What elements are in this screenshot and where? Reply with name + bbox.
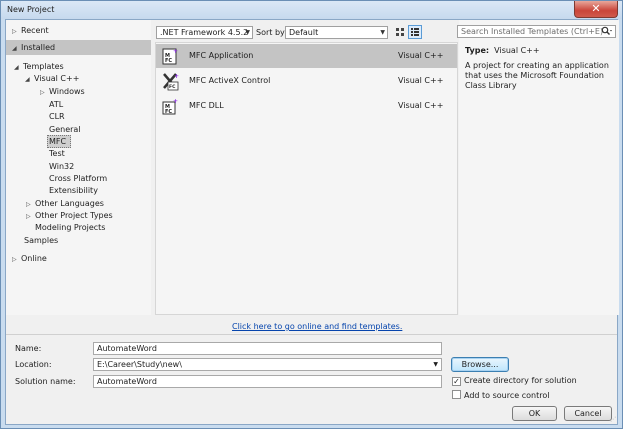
expand-arrow-icon[interactable]: ▷	[12, 25, 21, 38]
name-field[interactable]	[93, 342, 442, 355]
window-title: New Project	[7, 5, 55, 14]
online-templates-link[interactable]: Click here to go online and find templat…	[232, 322, 402, 331]
collapse-arrow-icon[interactable]: ◢	[14, 61, 23, 74]
tree-item-visual-cpp[interactable]: ◢ Visual C++	[25, 72, 79, 85]
location-field[interactable]: E:\Career\Study\new\ ▼	[93, 358, 442, 371]
ok-button[interactable]: OK	[512, 406, 557, 421]
mfc-activex-icon: FC +	[162, 72, 179, 91]
template-name: MFC DLL	[189, 101, 224, 110]
svg-text:+: +	[174, 73, 179, 80]
list-item-mfc-application[interactable]: M FC + MFC Application Visual C++	[156, 44, 457, 68]
template-list: M FC + MFC Application Visual C++ FC + M…	[155, 42, 458, 315]
svg-text:FC: FC	[165, 58, 172, 64]
template-language: Visual C++	[398, 51, 444, 60]
expand-arrow-icon[interactable]: ▷	[40, 86, 49, 99]
dialog-client: ▷ Recent ◢ Installed ◢ Templates ◢ Visual C+…	[5, 19, 619, 425]
grid-view-icon[interactable]	[394, 26, 407, 39]
template-tree: ▷ Recent ◢ Installed ◢ Templates ◢ Visual C+…	[6, 20, 151, 315]
tree-item-recent[interactable]: ▷ Recent	[12, 24, 49, 37]
svg-text:+: +	[173, 48, 178, 55]
chevron-down-icon[interactable]: ▼	[433, 359, 438, 370]
list-item-mfc-dll[interactable]: M FC + MFC DLL Visual C++	[156, 94, 457, 118]
create-directory-checkbox[interactable]: ✓ Create directory for solution	[452, 376, 577, 386]
search-input[interactable]: Search Installed Templates (Ctrl+E)	[457, 25, 616, 38]
solution-name-label: Solution name:	[15, 377, 76, 386]
list-item-mfc-activex[interactable]: FC + MFC ActiveX Control Visual C++	[156, 69, 457, 93]
tree-item-test[interactable]: Test	[49, 147, 65, 160]
svg-text:+: +	[173, 98, 178, 105]
tree-item-modeling-projects[interactable]: Modeling Projects	[35, 221, 105, 234]
tree-item-samples[interactable]: Samples	[24, 234, 58, 247]
mfc-dll-icon: M FC +	[162, 97, 179, 115]
template-language: Visual C++	[398, 76, 444, 85]
solution-name-field[interactable]	[93, 375, 442, 388]
svg-text:FC: FC	[169, 84, 176, 90]
tree-item-windows[interactable]: ▷ Windows	[40, 85, 85, 98]
name-label: Name:	[15, 344, 42, 353]
mfc-application-icon: M FC +	[162, 47, 179, 65]
chevron-down-icon: ▼	[380, 29, 385, 36]
cancel-button[interactable]: Cancel	[564, 406, 612, 421]
template-language: Visual C++	[398, 101, 444, 110]
checkbox-icon[interactable]	[452, 390, 461, 399]
expand-arrow-icon[interactable]: ▷	[26, 210, 35, 223]
tree-item-installed[interactable]: ◢ Installed	[12, 41, 55, 54]
title-bar: New Project ✕	[1, 1, 622, 19]
collapse-arrow-icon[interactable]: ◢	[12, 42, 21, 55]
template-description: A project for creating an application th…	[465, 61, 609, 90]
location-label: Location:	[15, 360, 52, 369]
tree-item-clr[interactable]: CLR	[49, 110, 65, 123]
list-view-icon[interactable]	[408, 25, 422, 39]
browse-button[interactable]: Browse...	[451, 357, 509, 372]
sort-by-label: Sort by:	[256, 28, 287, 37]
new-project-dialog: New Project ✕ ▷ Recent ◢ Installed ◢ Templa…	[0, 0, 623, 429]
expand-arrow-icon[interactable]: ▷	[12, 253, 21, 266]
framework-select[interactable]: .NET Framework 4.5.2 ▼	[156, 26, 253, 39]
source-control-checkbox[interactable]: Add to source control	[452, 390, 549, 400]
template-name: MFC ActiveX Control	[189, 76, 271, 85]
template-type: Type: Visual C++	[465, 46, 540, 55]
divider	[6, 334, 617, 335]
collapse-arrow-icon[interactable]: ◢	[25, 73, 34, 86]
svg-text:FC: FC	[165, 109, 172, 115]
checkbox-checked-icon[interactable]: ✓	[452, 377, 461, 386]
tree-item-extensibility[interactable]: Extensibility	[49, 184, 98, 197]
template-name: MFC Application	[189, 51, 254, 60]
tree-item-online[interactable]: ▷ Online	[12, 252, 47, 265]
search-icon[interactable]	[601, 26, 613, 37]
resize-grip-icon[interactable]: ⋰	[610, 416, 616, 423]
close-button[interactable]: ✕	[574, 1, 618, 18]
sort-select[interactable]: Default ▼	[285, 26, 388, 39]
chevron-down-icon: ▼	[245, 29, 250, 36]
